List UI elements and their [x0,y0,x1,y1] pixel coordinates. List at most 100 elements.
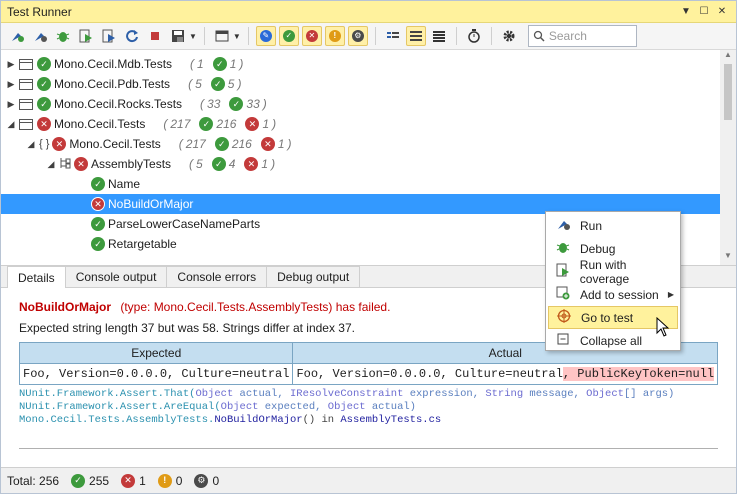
tree-row[interactable]: ◢ ✕ Mono.Cecil.Tests (217 ✓ 216 ✕ 1) [1,114,720,134]
tree-row[interactable]: ◢ ✕ AssemblyTests (5 ✓ 4 ✕ 1) [1,154,720,174]
tree-row-label: Mono.Cecil.Pdb.Tests [54,77,171,91]
class-icon [59,157,71,172]
toolbar-separator [490,27,492,45]
menu-item-label: Run with coverage [579,257,630,286]
menu-item-run-coverage[interactable]: Run with coverage [548,257,678,286]
project-icon [19,78,33,90]
passed-count: 255 [89,473,110,488]
row-stats: (5 ✓ 4 ✕ 1) [189,157,276,171]
collapse-arrow-icon[interactable]: ◢ [45,159,57,170]
failed-icon: ✕ [52,137,67,151]
diff-highlight: , PublicKeyToken=null [562,367,715,381]
chevron-down-icon[interactable]: ▼ [189,32,197,41]
passed-icon: ✓ [212,57,227,71]
stack-line[interactable]: NUnit.Framework.Assert.That(Object actua… [19,388,718,401]
run-all-icon[interactable] [7,26,27,46]
tree-row-label: Mono.Cecil.Tests [54,117,146,131]
menu-item-add-to-session[interactable]: Add to session ▶ [548,283,678,306]
passed-icon: ✓ [211,157,226,171]
run-icon [554,217,572,234]
maximize-icon[interactable]: ☐ [696,4,712,20]
warning-icon: ! [157,473,172,488]
tree-row-label: AssemblyTests [91,157,172,171]
failed-count: 1 [139,473,146,488]
toolbar-separator [455,27,457,45]
collapse-arrow-icon[interactable]: ◢ [5,119,17,130]
chevron-down-icon[interactable]: ▼ [233,32,241,41]
search-icon [533,30,545,42]
filter-all-icon[interactable]: ✎ [255,26,276,46]
scroll-up-icon[interactable]: ▲ [720,50,736,64]
tree-row[interactable]: ▶ ✓ Mono.Cecil.Rocks.Tests (33 ✓ 33) [1,94,720,114]
run-selected-icon[interactable] [30,26,50,46]
failed-icon: ✕ [260,137,275,151]
timer-icon[interactable] [464,26,484,46]
menu-item-label: Collapse all [580,333,643,348]
tab-console-output[interactable]: Console output [64,266,168,287]
failed-icon: ✕ [244,157,259,171]
add-session-icon [554,286,572,303]
failed-icon: ✕ [74,157,88,171]
stack-line[interactable]: NUnit.Framework.Assert.AreEqual(Object e… [19,401,718,414]
row-stats: (217 ✓ 216 ✕ 1) [178,137,292,151]
stop-icon[interactable] [145,26,165,46]
toolbar-separator [247,27,249,45]
warning-count: 0 [175,473,183,488]
tree-row[interactable]: ◢ { } ✕ Mono.Cecil.Tests (217 ✓ 216 ✕ 1) [1,134,720,154]
expected-value: Foo, Version=0.0.0.0, Culture=neutral [18,363,294,385]
flat-view-icon[interactable] [429,26,449,46]
expand-arrow-icon[interactable]: ▶ [5,59,17,70]
filter-passed-icon[interactable]: ✓ [278,26,299,46]
failed-icon: ✕ [245,117,260,131]
tree-scrollbar[interactable]: ▲ ▼ [720,50,736,265]
menu-item-run[interactable]: Run [548,214,678,237]
close-icon[interactable]: ✕ [714,4,730,20]
tree-row[interactable]: ▶ ✓ Mono.Cecil.Pdb.Tests (5 ✓ 5) [1,74,720,94]
tree-row-label: Mono.Cecil.Mdb.Tests [54,57,173,71]
run-coverage-icon[interactable] [76,26,96,46]
failed-icon: ✕ [37,117,51,131]
passed-icon: ✓ [37,97,51,111]
search-input[interactable]: Search [527,25,637,47]
project-icon [19,118,33,130]
tab-details[interactable]: Details [7,266,66,288]
save-session-icon[interactable] [168,26,188,46]
failed-icon: ✕ [91,197,105,211]
failed-test-name[interactable]: NoBuildOrMajor [19,300,111,314]
tree-row[interactable]: ✓ Name [1,174,720,194]
stack-line[interactable]: Mono.Cecil.Tests.AssemblyTests.NoBuildOr… [19,414,718,427]
collapse-arrow-icon[interactable]: ◢ [25,139,37,150]
row-stats: (1 ✓ 1) [190,57,244,71]
project-icon [19,98,33,110]
toolbar: ▼ ▼ ✎ ✓ ✕ ! ⚙ Search [1,23,736,50]
tree-row-label: Mono.Cecil.Rocks.Tests [54,97,183,111]
gear-icon[interactable] [499,26,519,46]
mouse-cursor-icon [656,317,670,337]
scrollbar-thumb[interactable] [724,64,732,120]
tree-row[interactable]: ▶ ✓ Mono.Cecil.Mdb.Tests (1 ✓ 1) [1,54,720,74]
expand-arrow-icon[interactable]: ▶ [5,79,17,90]
rerun-icon[interactable] [122,26,142,46]
tab-console-errors[interactable]: Console errors [166,266,268,287]
toolbar-separator [374,27,376,45]
title-bar: Test Runner ▼ ☐ ✕ [1,1,736,23]
scroll-down-icon[interactable]: ▼ [720,251,736,265]
run-profile-icon[interactable] [99,26,119,46]
layout-icon[interactable] [212,26,232,46]
dropdown-icon[interactable]: ▼ [678,4,694,20]
menu-item-label: Go to test [581,310,634,325]
expand-arrow-icon[interactable]: ▶ [5,99,17,110]
debug-icon[interactable] [53,26,73,46]
coverage-icon [554,263,572,280]
menu-item-label: Debug [580,241,616,256]
submenu-arrow-icon: ▶ [667,290,674,299]
filter-failed-icon[interactable]: ✕ [301,26,322,46]
tab-debug-output[interactable]: Debug output [266,266,361,287]
passed-icon: ✓ [91,237,105,251]
filter-warning-icon[interactable]: ! [324,26,345,46]
debug-icon [554,240,572,257]
filter-skipped-icon[interactable]: ⚙ [347,26,368,46]
failure-text: (type: Mono.Cecil.Tests.AssemblyTests) h… [120,300,391,314]
group-by-icon[interactable] [383,26,403,46]
list-view-icon[interactable] [405,26,426,46]
